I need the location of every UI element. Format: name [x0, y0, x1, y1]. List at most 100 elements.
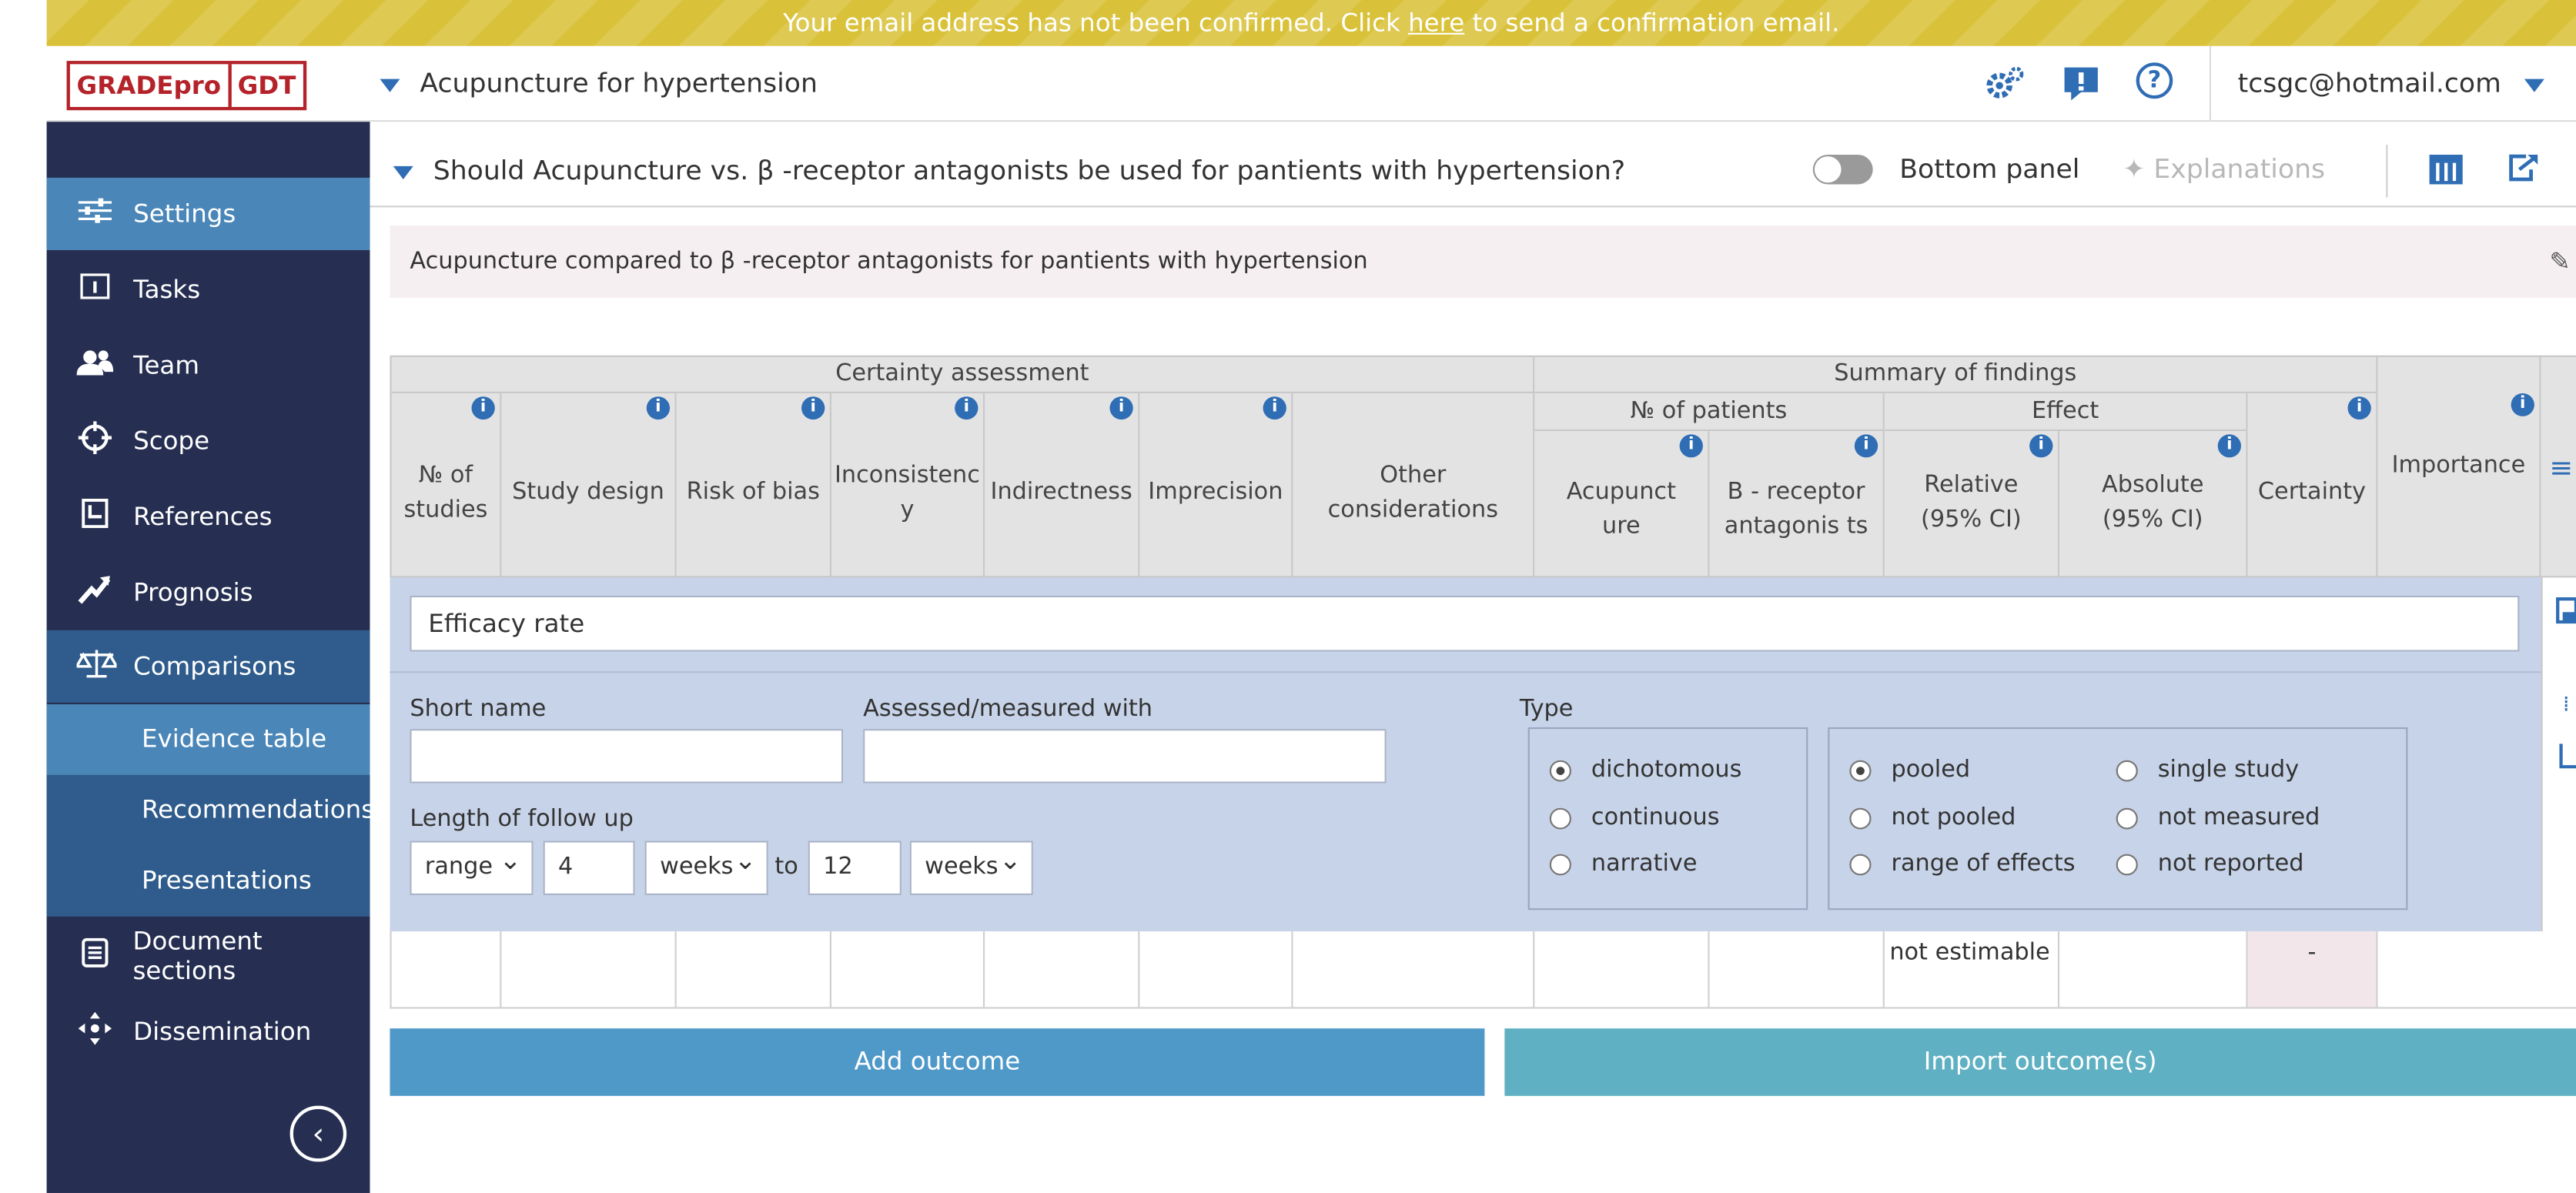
sidebar-item-comparisons[interactable]: Comparisons — [46, 630, 370, 703]
table-cell[interactable] — [2059, 931, 2248, 1009]
info-icon[interactable]: i — [955, 396, 979, 420]
project-selector[interactable]: Acupuncture for hypertension — [380, 46, 818, 122]
info-icon[interactable]: i — [801, 396, 825, 420]
info-icon[interactable]: i — [1679, 434, 1703, 458]
pool-option-label: not reported — [2157, 850, 2304, 877]
table-title: Acupuncture compared to β -receptor anta… — [390, 225, 2576, 298]
save-icon[interactable] — [2556, 597, 2576, 630]
help-icon[interactable]: ? — [2136, 62, 2173, 99]
delete-icon[interactable] — [2559, 742, 2576, 775]
info-icon[interactable]: i — [2029, 434, 2053, 458]
sidebar-item-settings[interactable]: Settings — [46, 177, 370, 250]
outcome-name-input[interactable]: Efficacy rate — [410, 595, 2520, 652]
table-cell[interactable] — [676, 931, 831, 1009]
export-icon[interactable] — [2506, 152, 2539, 192]
sidebar-item-prognosis[interactable]: Prognosis — [47, 556, 370, 629]
outcome-form: Short name Assessed/measured with Length… — [390, 673, 2541, 932]
project-name: Acupuncture for hypertension — [420, 67, 818, 99]
sidebar-item-tasks[interactable]: Tasks — [47, 253, 370, 326]
pool-option-single-study[interactable]: single study — [2116, 757, 2300, 784]
info-icon[interactable]: i — [1109, 396, 1133, 420]
followup-to-input[interactable]: 12 — [808, 840, 902, 896]
column-header-studies: № of studies — [390, 393, 502, 578]
column-header-design: Study design — [501, 393, 677, 578]
table-cell[interactable] — [390, 931, 502, 1009]
pool-option-label: single study — [2157, 757, 2300, 784]
table-cell[interactable] — [985, 931, 1140, 1009]
sidebar-label-comparisons: Comparisons — [133, 651, 296, 682]
dissemination-icon — [77, 1011, 114, 1052]
document-icon — [77, 937, 113, 975]
certainty-cell[interactable]: - — [2247, 931, 2378, 1009]
sidebar-label-scope: Scope — [133, 426, 210, 456]
type-option-narrative[interactable]: narrative — [1549, 850, 1698, 877]
table-view-icon[interactable] — [2429, 154, 2463, 192]
type-option-label: narrative — [1591, 850, 1698, 877]
pool-option-not-pooled[interactable]: not pooled — [1849, 804, 2016, 831]
assessed-input[interactable] — [863, 729, 1387, 784]
info-icon[interactable]: i — [646, 396, 671, 420]
followup-to-label: to — [774, 854, 798, 881]
pool-option-range-of-effects[interactable]: range of effects — [1849, 850, 2076, 877]
short-name-label: Short name — [410, 696, 547, 723]
import-outcome-button[interactable]: Import outcome(s) — [1504, 1028, 2576, 1096]
banner-text-after: to send a confirmation email. — [1464, 8, 1840, 38]
type-option-dichotomous[interactable]: dichotomous — [1549, 757, 1742, 784]
sidebar-subitem-recommendations[interactable]: Recommendations — [46, 774, 374, 846]
radio-selected-icon — [1849, 759, 1872, 781]
sidebar-item-references[interactable]: References — [47, 480, 370, 553]
alert-icon[interactable] — [2059, 62, 2103, 105]
user-dropdown-icon — [2524, 78, 2545, 92]
bottom-panel-label: Bottom panel — [1899, 152, 2080, 185]
info-icon[interactable]: i — [1263, 396, 1286, 420]
collapse-sidebar-icon[interactable]: ‹ — [289, 1105, 347, 1162]
info-icon[interactable]: i — [2347, 396, 2371, 420]
radio-icon — [2116, 807, 2138, 829]
sidebar-item-dissemination[interactable]: Dissemination — [47, 995, 370, 1068]
sidebar-item-team[interactable]: Team — [47, 329, 370, 402]
pool-option-label: not pooled — [1891, 804, 2016, 831]
relative-effect-cell[interactable]: not estimable — [1884, 931, 2060, 1009]
bottom-panel-toggle[interactable] — [1812, 154, 1873, 185]
menu-icon[interactable]: ≡ — [2549, 453, 2573, 486]
pool-option-pooled[interactable]: pooled — [1849, 757, 1970, 784]
followup-range-select[interactable]: range — [410, 834, 534, 896]
info-icon[interactable]: i — [2217, 434, 2241, 458]
sidebar-item-scope[interactable]: Scope — [47, 405, 370, 477]
project-dropdown-icon — [380, 78, 400, 92]
table-cell[interactable] — [831, 931, 985, 1009]
sidebar-subitem-presentations[interactable]: Presentations — [46, 845, 370, 917]
table-cell[interactable] — [1139, 931, 1293, 1009]
table-cell[interactable] — [501, 931, 677, 1009]
followup-from-unit-select[interactable]: weeks — [644, 834, 768, 896]
importance-cell[interactable] — [2377, 931, 2576, 1009]
info-icon[interactable]: i — [471, 396, 495, 420]
sidebar-subitem-evidence-table[interactable]: Evidence table — [46, 704, 370, 775]
radio-icon — [1549, 853, 1571, 875]
pool-option-not-measured[interactable]: not measured — [2116, 804, 2320, 831]
user-menu[interactable]: tcsgc@hotmail.com — [2209, 45, 2576, 122]
followup-to-unit-select[interactable]: weeks — [909, 834, 1033, 896]
table-cell[interactable] — [1293, 931, 1535, 1009]
short-name-input[interactable] — [410, 729, 844, 784]
type-option-continuous[interactable]: continuous — [1549, 804, 1720, 831]
drag-handle-icon[interactable]: ⁞ — [2563, 693, 2570, 717]
info-icon[interactable]: i — [1854, 434, 1878, 458]
pool-option-label: not measured — [2157, 804, 2320, 831]
followup-from-input[interactable]: 4 — [543, 840, 635, 896]
add-outcome-button[interactable]: Add outcome — [390, 1028, 1485, 1096]
gradepro-logo[interactable]: GRADEpro GDT — [66, 61, 306, 111]
outcome-actions-edge: ⁞ — [2541, 577, 2576, 932]
type-option-label: dichotomous — [1591, 757, 1742, 784]
header-group-patients: № of patients — [1534, 393, 1885, 432]
table-cell[interactable] — [1534, 931, 1710, 1009]
info-icon[interactable]: i — [2511, 393, 2534, 416]
settings-icon[interactable] — [1983, 62, 2026, 105]
explanations-button[interactable]: ✦ Explanations — [2123, 132, 2325, 207]
table-cell[interactable] — [1709, 931, 1885, 1009]
pool-option-not-reported[interactable]: not reported — [2116, 850, 2304, 877]
question-selector[interactable]: Should Acupuncture vs. β -receptor antag… — [393, 132, 1625, 211]
edit-title-icon[interactable]: ✎ — [2549, 247, 2570, 276]
sidebar-item-document-sections[interactable]: Document sections — [47, 920, 370, 992]
banner-confirm-link[interactable]: here — [1408, 8, 1464, 38]
